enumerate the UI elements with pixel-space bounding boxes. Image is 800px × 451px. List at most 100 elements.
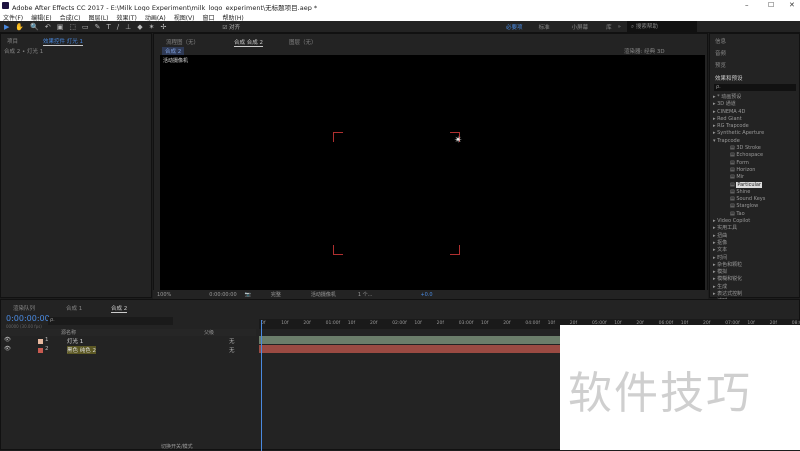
light-icon[interactable]: ✴ — [454, 135, 462, 146]
menu-effect[interactable]: 效果(T) — [117, 13, 137, 22]
menu-layer[interactable]: 图层(L) — [89, 13, 109, 22]
effect-item[interactable]: ▸ 扭曲 — [713, 233, 799, 240]
menu-help[interactable]: 帮助(H) — [223, 13, 244, 22]
parent-select[interactable]: 无 — [229, 346, 235, 354]
zoom-tool[interactable]: 🔍 — [30, 23, 39, 31]
effect-item[interactable]: ▾ Trapcode — [713, 138, 799, 145]
audio-panel-tab[interactable]: 音频 — [715, 49, 726, 57]
effect-item[interactable]: ▤ Form — [713, 160, 799, 167]
clone-stamp-tool[interactable]: ⊥ — [125, 23, 131, 31]
effect-item[interactable]: ▤ Echospace — [713, 152, 799, 159]
effect-item[interactable]: ▤ Tao — [713, 211, 799, 218]
effect-item[interactable]: ▸ Red Giant — [713, 116, 799, 123]
effect-item[interactable]: ▤ Starglow — [713, 203, 799, 210]
menu-composition[interactable]: 合成(C) — [60, 13, 81, 22]
active-camera-label: 活动摄像机 — [163, 58, 189, 64]
brush-tool[interactable]: / — [117, 23, 119, 31]
workspace-library[interactable]: 库 — [606, 23, 612, 31]
tab-flowchart[interactable]: 流程图（无） — [166, 38, 199, 46]
magnification-select[interactable]: 100% — [157, 292, 171, 298]
hand-tool[interactable]: ✋ — [15, 23, 24, 31]
menu-view[interactable]: 视图(V) — [174, 13, 195, 22]
tab-composition[interactable]: 合成 合成 2 — [234, 38, 263, 47]
eye-icon[interactable]: 👁 — [4, 337, 11, 343]
timecode-display[interactable]: 0:00:00:00 — [209, 292, 236, 298]
ruler-tick-label: 20f — [436, 321, 444, 326]
effect-item[interactable]: ▤ Sound Keys — [713, 196, 799, 203]
tab-comp-2[interactable]: 合成 2 — [111, 304, 128, 313]
effects-search-input[interactable]: ρ. — [714, 84, 796, 91]
layer-row[interactable]: 👁 2 黑色 纯色 2 无 — [1, 346, 256, 355]
workspace-essentials[interactable]: 必要项 — [506, 23, 523, 31]
effect-item[interactable]: ▤ Mir — [713, 174, 799, 181]
tab-layer[interactable]: 图层（无） — [289, 38, 317, 46]
playhead[interactable] — [261, 320, 262, 451]
current-time[interactable]: 0:00:00:00 — [6, 314, 50, 323]
minimize-button[interactable]: – — [745, 1, 749, 9]
camera-tool[interactable]: ▣ — [57, 23, 64, 31]
layer-row[interactable]: 👁 1 灯光 1 无 — [1, 337, 256, 346]
effect-item[interactable]: ▸ 时间 — [713, 255, 799, 262]
selection-tool[interactable]: ▶ — [4, 23, 9, 31]
info-panel-tab[interactable]: 信息 — [715, 37, 726, 45]
ruler-tick-label: 10f — [481, 321, 489, 326]
effect-item[interactable]: ▤ Shine — [713, 189, 799, 196]
effect-item[interactable]: ▸ 实用工具 — [713, 225, 799, 232]
menu-file[interactable]: 文件(F) — [3, 13, 23, 22]
exposure-value[interactable]: +0.0 — [420, 292, 432, 298]
ruler-tick-label: 10f — [414, 321, 422, 326]
pan-behind-tool[interactable]: ⬚ — [69, 23, 76, 31]
tab-project[interactable]: 项目 — [7, 37, 18, 45]
effect-item[interactable]: ▸ 文本 — [713, 247, 799, 254]
ruler-tick-label: 20f — [303, 321, 311, 326]
layer-search-input[interactable]: ρ. — [48, 317, 173, 325]
parent-header[interactable]: 父级 — [204, 329, 214, 336]
toggle-switches-modes[interactable]: 切换开关/模式 — [161, 443, 193, 450]
menu-window[interactable]: 窗口 — [202, 13, 214, 22]
effect-item[interactable]: ▸ RG Trapcode — [713, 123, 799, 130]
label-color[interactable] — [38, 348, 43, 353]
views-select[interactable]: 1 个... — [358, 291, 373, 298]
effect-item[interactable]: ▸ CINEMA 4D — [713, 109, 799, 116]
effect-item[interactable]: ▤ Horizon — [713, 167, 799, 174]
layer-number: 1 — [45, 337, 49, 343]
more-workspaces-button[interactable]: » — [618, 24, 621, 30]
camera-select[interactable]: 活动摄像机 — [311, 291, 336, 298]
close-button[interactable]: ✕ — [789, 1, 795, 9]
comp-chip[interactable]: 合成 2 — [162, 47, 185, 55]
composition-viewer[interactable]: 活动摄像机 ✴ — [160, 55, 705, 290]
tab-comp-1[interactable]: 合成 1 — [66, 304, 82, 312]
menu-edit[interactable]: 编辑(E) — [31, 13, 51, 22]
rectangle-tool[interactable]: ▭ — [82, 23, 89, 31]
effect-item[interactable]: ▤ Particular — [713, 181, 799, 189]
roto-brush-tool[interactable]: ✶ — [149, 23, 155, 31]
workspace-standard[interactable]: 标准 — [539, 23, 550, 31]
eye-icon[interactable]: 👁 — [4, 346, 11, 352]
rotate-tool[interactable]: ↶ — [45, 23, 51, 31]
layer-name[interactable]: 黑色 纯色 2 — [67, 346, 96, 354]
help-search-input[interactable]: ⌕ 搜索帮助 — [626, 21, 697, 32]
tab-effect-controls[interactable]: 效果控件 灯光 1 — [43, 37, 83, 46]
layer-name[interactable]: 灯光 1 — [67, 337, 83, 345]
effect-item[interactable]: ▸ Synthetic Aperture — [713, 130, 799, 137]
snapshot-icon[interactable]: 📷 — [245, 292, 251, 298]
pen-tool[interactable]: ✎ — [95, 23, 101, 31]
type-tool[interactable]: T — [106, 23, 110, 31]
workspace-small-screen[interactable]: 小屏幕 — [572, 23, 589, 31]
resolution-select[interactable]: 完整 — [271, 291, 281, 298]
maximize-button[interactable]: ☐ — [768, 1, 774, 9]
preview-panel-tab[interactable]: 预览 — [715, 61, 726, 69]
effect-item[interactable]: ▸ 3D 通道 — [713, 101, 799, 108]
puppet-tool[interactable]: ✢ — [160, 23, 166, 31]
source-name-header[interactable]: 源名称 — [61, 329, 76, 336]
effect-item[interactable]: ▸ 生成 — [713, 284, 799, 291]
label-color[interactable] — [38, 339, 43, 344]
effect-item[interactable]: ▸ 模糊和锐化 — [713, 276, 799, 283]
tab-render-queue[interactable]: 渲染队列 — [13, 304, 35, 312]
effect-item[interactable]: ▤ 3D Stroke — [713, 145, 799, 152]
breadcrumb: 合成 2 • 灯光 1 — [4, 49, 44, 55]
menu-animation[interactable]: 动画(A) — [145, 13, 166, 22]
parent-select[interactable]: 无 — [229, 337, 235, 345]
eraser-tool[interactable]: ◆ — [137, 23, 142, 31]
snap-toggle[interactable]: ☑ 对齐 — [222, 23, 240, 31]
